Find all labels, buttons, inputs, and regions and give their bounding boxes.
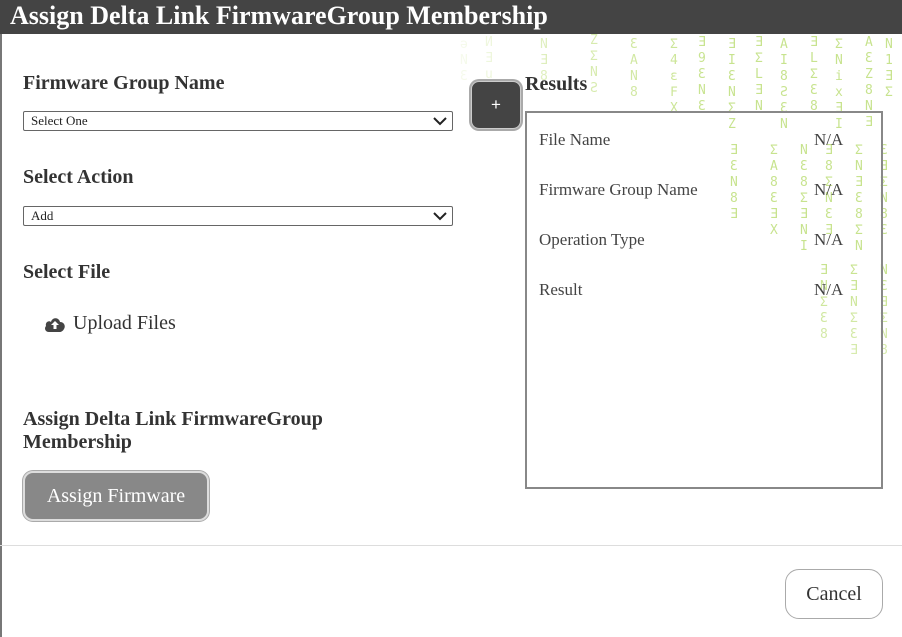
chevron-down-icon [433,117,447,126]
svg-text:Ɛ: Ɛ [865,51,873,66]
dialog-title: Assign Delta Link FirmwareGroup Membersh… [0,0,902,34]
svg-text:1: 1 [885,53,893,68]
result-key: Operation Type [539,230,645,249]
svg-text:Ǝ: Ǝ [810,35,818,50]
result-value: N/A [814,130,844,149]
svg-text:Ǝ: Ǝ [728,37,736,52]
svg-text:Ǝ: Ǝ [698,35,706,50]
svg-text:ǝ: ǝ [460,37,468,52]
footer-divider [0,545,902,546]
assign-firmware-button[interactable]: Assign Firmware [23,471,209,521]
svg-text:Ǝ: Ǝ [540,53,548,68]
svg-text:i: i [835,69,843,84]
dialog-left-border [0,34,2,637]
svg-text:9: 9 [698,51,706,66]
upload-files-label: Upload Files [73,312,176,334]
cloud-upload-icon [45,317,65,332]
svg-text:u: u [485,67,493,82]
svg-text:Ɛ: Ɛ [460,69,468,84]
svg-text:N: N [590,65,598,80]
svg-text:x: x [835,85,843,100]
svg-text:N: N [460,53,468,68]
svg-text:Ƨ: Ƨ [590,81,598,96]
action-select[interactable]: Add [23,206,453,226]
assign-section-label: Assign Delta Link FirmwareGroup Membersh… [23,408,323,453]
firmware-group-select[interactable]: Select One [23,111,453,131]
svg-text:Ɛ: Ɛ [698,67,706,82]
svg-text:8: 8 [865,83,873,98]
svg-text:I: I [728,53,736,68]
svg-text:Ǝ: Ǝ [755,83,763,98]
svg-text:Σ: Σ [755,51,763,66]
result-value: N/A [814,230,844,249]
add-button[interactable]: + [471,81,521,129]
result-value: N/A [814,180,844,199]
svg-text:Z: Z [590,34,598,48]
svg-text:N: N [630,69,638,84]
svg-text:N: N [540,37,548,52]
svg-text:A: A [865,35,873,50]
svg-text:A: A [780,37,788,52]
svg-text:Σ: Σ [670,37,678,52]
svg-text:Z: Z [865,67,873,82]
svg-text:L: L [755,67,763,82]
svg-text:Σ: Σ [885,85,893,100]
result-key: Result [539,280,583,299]
svg-text:8: 8 [780,69,788,84]
svg-text:Σ: Σ [835,37,843,52]
select-file-label: Select File [23,261,111,283]
result-value: N/A [814,280,844,299]
svg-text:Ǝ: Ǝ [755,35,763,50]
svg-text:Ǝ: Ǝ [485,51,493,66]
svg-text:8: 8 [630,85,638,100]
svg-text:N: N [835,53,843,68]
firmware-group-label: Firmware Group Name [23,72,225,94]
result-key: Firmware Group Name [539,180,698,199]
select-action-label: Select Action [23,166,134,188]
svg-text:Σ: Σ [590,49,598,64]
results-panel: File Name N/A Firmware Group Name N/A Op… [525,111,883,489]
svg-text:Ɛ: Ɛ [728,69,736,84]
svg-text:I: I [780,53,788,68]
action-select-value: Add [31,208,54,223]
results-title: Results [525,73,588,95]
result-key: File Name [539,130,611,149]
svg-text:ε: ε [670,69,678,84]
svg-text:4: 4 [670,53,678,68]
plus-icon: + [491,95,501,114]
svg-text:И: И [485,35,493,50]
svg-text:N: N [885,37,893,52]
svg-text:Ϝ: Ϝ [670,85,678,100]
firmware-group-select-value: Select One [31,113,88,128]
cancel-button[interactable]: Cancel [785,569,883,619]
svg-text:N: N [698,83,706,98]
svg-text:Ƨ: Ƨ [780,85,788,100]
svg-text:A: A [630,53,638,68]
svg-text:Ǝ: Ǝ [885,69,893,84]
svg-text:Ɛ: Ɛ [810,83,818,98]
svg-text:Ɛ: Ɛ [630,37,638,52]
chevron-down-icon [433,212,447,221]
svg-text:L: L [810,51,818,66]
upload-files-button[interactable]: Upload Files [43,312,176,335]
svg-text:Σ: Σ [810,67,818,82]
svg-text:N: N [728,85,736,100]
